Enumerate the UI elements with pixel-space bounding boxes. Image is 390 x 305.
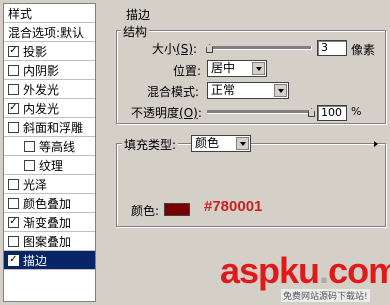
- style-item-satin[interactable]: 光泽: [4, 175, 95, 194]
- pattern-overlay-checkbox[interactable]: [8, 235, 19, 247]
- fill-type-label-text: 填充类型: [124, 138, 173, 152]
- opacity-label: 不透明度(O):: [131, 106, 202, 120]
- position-label-text: 位置: [173, 64, 198, 78]
- style-item-color-overlay[interactable]: 颜色叠加: [4, 194, 95, 213]
- fill-type-label: 填充类型:: [122, 136, 179, 153]
- stroke-label: 描边: [23, 253, 48, 268]
- style-item-stroke[interactable]: ✓ 描边: [4, 251, 95, 270]
- bevel-emboss-checkbox[interactable]: [8, 121, 19, 133]
- size-input[interactable]: 3: [317, 40, 347, 56]
- satin-checkbox[interactable]: [8, 178, 19, 190]
- pattern-overlay-label: 图案叠加: [23, 234, 72, 249]
- contour-checkbox[interactable]: [24, 140, 35, 152]
- size-slider-track[interactable]: [207, 46, 312, 50]
- watermark-subtitle: 免费网站源码下载站!: [281, 289, 370, 302]
- blend-mode-select-value: 正常: [211, 83, 236, 97]
- color-overlay-label: 颜色叠加: [23, 196, 72, 211]
- style-item-outer-glow[interactable]: 外发光: [4, 80, 95, 99]
- styles-list: 样式 混合选项:默认 ✓ 投影 内阴影 外发光 ✓ 内发光 斜面和浮雕 等高线 …: [3, 3, 96, 302]
- stroke-section-title: 描边: [126, 8, 151, 22]
- chevron-down-icon[interactable]: [236, 137, 249, 150]
- style-item-pattern-overlay[interactable]: 图案叠加: [4, 232, 95, 251]
- style-item-inner-glow[interactable]: ✓ 内发光: [4, 99, 95, 118]
- structure-title: 结构: [121, 23, 150, 40]
- bevel-emboss-label: 斜面和浮雕: [23, 120, 84, 135]
- fill-type-select[interactable]: 颜色: [191, 135, 251, 152]
- blend-options-label: 混合选项:默认: [8, 25, 85, 40]
- stroke-checkbox[interactable]: ✓: [8, 254, 19, 266]
- style-item-gradient-overlay[interactable]: ✓ 渐变叠加: [4, 213, 95, 232]
- drop-shadow-label: 投影: [23, 44, 48, 59]
- chevron-down-icon[interactable]: [274, 84, 287, 97]
- color-label-text: 颜色: [131, 204, 156, 218]
- gradient-overlay-label: 渐变叠加: [23, 215, 72, 230]
- opacity-unit: %: [351, 105, 362, 118]
- watermark-brand: aspku: [220, 250, 320, 291]
- style-item-texture[interactable]: 纹理: [4, 156, 95, 175]
- flyout-arrow-icon[interactable]: [372, 136, 379, 152]
- color-label: 颜色:: [131, 204, 160, 218]
- gradient-overlay-checkbox[interactable]: ✓: [8, 216, 19, 228]
- fill-type-select-value: 颜色: [195, 136, 220, 150]
- color-hex-annotation: #780001: [204, 198, 263, 215]
- size-shortcut: (S): [176, 42, 193, 56]
- position-select-value: 居中: [211, 61, 236, 75]
- position-select[interactable]: 居中: [207, 60, 267, 77]
- watermark-tld: com: [328, 250, 390, 291]
- styles-header[interactable]: 样式: [4, 4, 95, 23]
- inner-glow-checkbox[interactable]: ✓: [8, 102, 19, 114]
- inner-shadow-label: 内阴影: [23, 63, 60, 78]
- blend-mode-label: 混合模式:: [147, 85, 200, 99]
- style-item-contour[interactable]: 等高线: [4, 137, 95, 156]
- style-item-bevel-emboss[interactable]: 斜面和浮雕: [4, 118, 95, 137]
- opacity-input[interactable]: 100: [317, 105, 347, 121]
- size-label-text: 大小: [152, 42, 177, 56]
- outer-glow-label: 外发光: [23, 82, 60, 97]
- watermark-dot: .: [319, 250, 329, 291]
- chevron-down-icon[interactable]: [252, 62, 265, 75]
- blend-mode-label-text: 混合模式: [147, 85, 196, 99]
- outer-glow-checkbox[interactable]: [8, 83, 19, 95]
- color-overlay-checkbox[interactable]: [8, 197, 19, 209]
- opacity-slider-track[interactable]: [207, 110, 312, 114]
- watermark-logo: aspku.com: [220, 250, 390, 292]
- texture-label: 纹理: [39, 158, 64, 173]
- opacity-label-text: 不透明度: [131, 106, 180, 120]
- inner-glow-label: 内发光: [23, 101, 60, 116]
- blend-mode-select[interactable]: 正常: [207, 82, 289, 99]
- opacity-shortcut: (O): [179, 106, 198, 120]
- color-swatch[interactable]: [164, 203, 190, 216]
- position-label: 位置:: [173, 64, 202, 78]
- contour-label: 等高线: [39, 139, 76, 154]
- size-label: 大小(S):: [152, 42, 198, 56]
- size-unit: 像素: [351, 43, 376, 57]
- blend-options-item[interactable]: 混合选项:默认: [4, 23, 95, 42]
- style-item-drop-shadow[interactable]: ✓ 投影: [4, 42, 95, 61]
- drop-shadow-checkbox[interactable]: ✓: [8, 45, 19, 57]
- inner-shadow-checkbox[interactable]: [8, 64, 19, 76]
- styles-header-label: 样式: [8, 6, 33, 21]
- satin-label: 光泽: [23, 177, 48, 192]
- style-item-inner-shadow[interactable]: 内阴影: [4, 61, 95, 80]
- texture-checkbox[interactable]: [24, 159, 35, 171]
